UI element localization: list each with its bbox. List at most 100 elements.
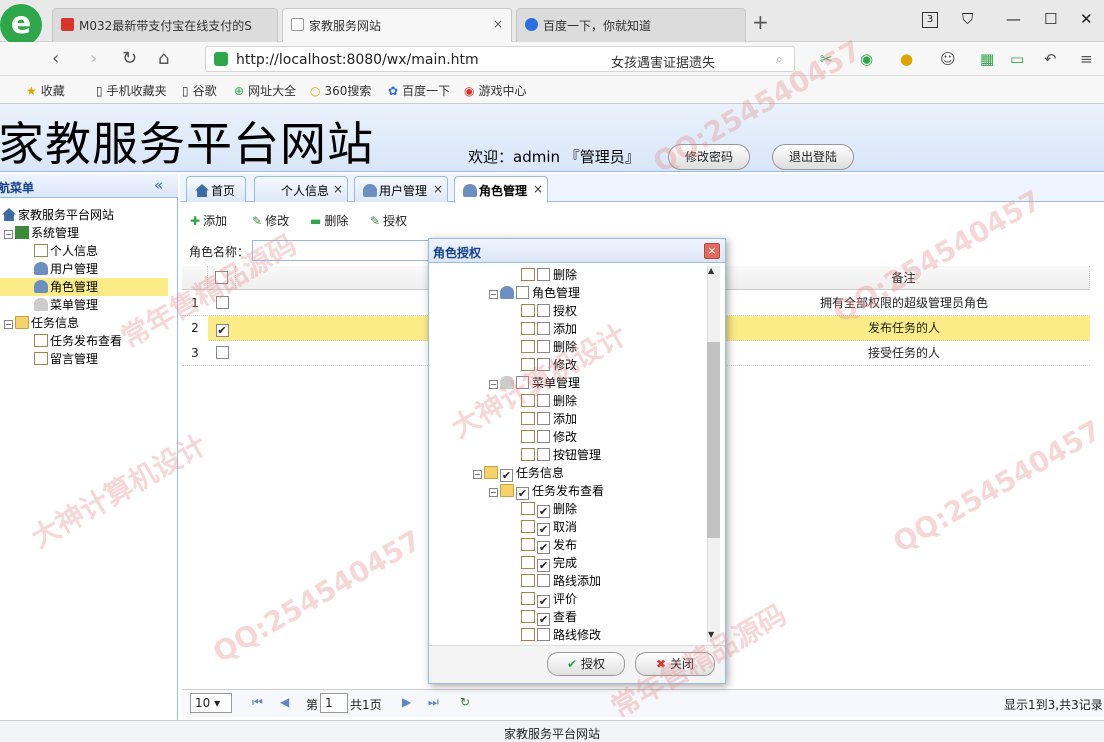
permission-node[interactable]: 删除 [521, 500, 577, 518]
tab-home[interactable]: 首页 [186, 176, 246, 202]
minimize-icon[interactable]: — [1006, 10, 1021, 28]
permission-checkbox-checked[interactable] [537, 523, 550, 536]
translate-icon[interactable]: ◉ [860, 50, 873, 68]
close-dialog-button[interactable]: ✖ 关闭 [635, 652, 715, 676]
tab-close-icon[interactable]: × [433, 182, 443, 196]
search-icon[interactable]: ⌕ [776, 52, 783, 67]
permission-checkbox-checked[interactable] [537, 595, 550, 608]
tab-close-icon[interactable]: × [333, 182, 343, 196]
browser-tab[interactable]: 百度一下，你就知道 [516, 8, 746, 42]
bookmark-item[interactable]: ◉ 游戏中心 [464, 82, 527, 99]
permission-node[interactable]: 完成 [521, 554, 577, 572]
authorize-confirm-button[interactable]: ✔ 授权 [547, 652, 625, 676]
add-button[interactable]: ✚ 添加 [190, 212, 227, 229]
scroll-up-icon[interactable]: ▲ [708, 266, 714, 275]
tab-close-icon[interactable]: × [493, 17, 503, 31]
sidebar-item-root[interactable]: 家教服务平台网站 [2, 206, 178, 224]
scissors-icon[interactable]: ✂ [820, 50, 833, 68]
menu-icon[interactable]: ≡ [1080, 50, 1093, 68]
permission-checkbox[interactable] [537, 574, 550, 587]
battery-icon[interactable]: ▭ [1010, 50, 1024, 68]
next-page-icon[interactable]: ▶ [402, 695, 411, 709]
delete-button[interactable]: ▬ 删除 [310, 212, 348, 229]
permission-node[interactable]: 修改 [521, 356, 577, 374]
permission-node[interactable]: − 任务信息 [473, 464, 564, 482]
permission-checkbox[interactable] [537, 358, 550, 371]
bookmark-item[interactable]: ✿ 百度一下 [388, 82, 450, 99]
permission-checkbox-checked[interactable] [537, 541, 550, 554]
permission-checkbox[interactable] [537, 430, 550, 443]
url-text[interactable]: http://localhost:8080/wx/main.htm [236, 52, 479, 68]
page-number-input[interactable]: 1 [320, 693, 348, 713]
permission-checkbox[interactable] [516, 286, 529, 299]
tab-roles[interactable]: 角色管理 × [454, 176, 548, 203]
bookmark-item[interactable]: ⊕ 网址大全 [234, 82, 296, 99]
tab-count-badge[interactable]: 3 [922, 12, 938, 28]
permission-checkbox[interactable] [516, 376, 529, 389]
permission-node[interactable]: 删除 [521, 392, 577, 410]
address-bar[interactable]: http://localhost:8080/wx/main.htm 女孩遇害证据… [205, 46, 795, 72]
first-page-icon[interactable]: ⏮ [252, 695, 263, 710]
collapse-toggle-icon[interactable]: − [4, 320, 13, 329]
role-name-input[interactable] [252, 240, 430, 261]
sidebar-item-messages[interactable]: 留言管理 [34, 350, 178, 368]
permission-checkbox[interactable] [537, 304, 550, 317]
permission-checkbox-checked[interactable] [537, 613, 550, 626]
refresh-icon[interactable]: ↻ [460, 695, 470, 709]
permission-checkbox[interactable] [537, 412, 550, 425]
select-all-header[interactable] [208, 266, 236, 290]
search-suggestion[interactable]: 女孩遇害证据遗失 [611, 52, 715, 71]
emoji-icon[interactable]: ☺ [940, 50, 956, 68]
permission-node[interactable]: 查看 [521, 608, 577, 626]
column-header-remark[interactable]: 备注 [718, 266, 1090, 290]
permission-node[interactable]: 修改 [521, 428, 577, 446]
permission-node[interactable]: 添加 [521, 410, 577, 428]
tab-close-icon[interactable]: × [533, 182, 543, 196]
collapse-toggle-icon[interactable]: − [489, 488, 498, 497]
permission-node[interactable]: 评价 [521, 590, 577, 608]
sidebar-item-menus[interactable]: 菜单管理 [34, 296, 178, 314]
select-all-checkbox[interactable] [215, 271, 228, 284]
permission-checkbox-checked[interactable] [500, 469, 513, 482]
permission-checkbox-checked[interactable] [537, 559, 550, 572]
close-icon[interactable]: × [704, 243, 720, 259]
browser-logo-icon[interactable]: e [0, 4, 42, 46]
edit-button[interactable]: ✎ 修改 [252, 212, 289, 229]
collapse-toggle-icon[interactable]: − [4, 230, 13, 239]
sidebar-item-users[interactable]: 用户管理 [34, 260, 178, 278]
permission-node[interactable]: 授权 [521, 302, 577, 320]
permission-node[interactable]: − 菜单管理 [489, 374, 580, 392]
browser-tab-active[interactable]: 家教服务网站 × [282, 8, 512, 42]
change-password-button[interactable]: 修改密码 [668, 144, 750, 170]
scrollbar-thumb[interactable] [707, 342, 720, 538]
row-checkbox[interactable] [215, 296, 229, 309]
collapse-toggle-icon[interactable]: − [473, 470, 482, 479]
permission-node[interactable]: 删除 [521, 266, 577, 284]
prev-page-icon[interactable]: ◀ [280, 695, 289, 709]
bookmark-item[interactable]: ★ 收藏 [26, 82, 65, 99]
collapse-icon[interactable]: « [154, 176, 163, 194]
permission-node[interactable]: 添加 [521, 320, 577, 338]
coin-icon[interactable]: ● [900, 50, 913, 68]
permission-checkbox[interactable] [537, 448, 550, 461]
bookmark-item[interactable]: ○ 360搜索 [310, 82, 371, 99]
page-size-select[interactable]: 10 ▾ [190, 693, 232, 713]
bookmark-item[interactable]: ▯ 手机收藏夹 [96, 82, 167, 99]
maximize-icon[interactable]: ☐ [1044, 10, 1057, 28]
permission-node[interactable]: 发布 [521, 536, 577, 554]
logout-button[interactable]: 退出登陆 [772, 144, 854, 170]
collapse-toggle-icon[interactable]: − [489, 380, 498, 389]
tab-profile[interactable]: 个人信息 × [254, 176, 348, 202]
sidebar-item-system[interactable]: − 系统管理 [4, 224, 178, 242]
home-icon[interactable]: ⌂ [158, 48, 169, 69]
back-icon[interactable]: ‹ [52, 48, 59, 69]
collapse-toggle-icon[interactable]: − [489, 290, 498, 299]
sidebar-item-task-publish[interactable]: 任务发布查看 [34, 332, 178, 350]
permission-node[interactable]: − 任务发布查看 [489, 482, 604, 500]
forward-icon[interactable]: › [90, 48, 97, 69]
bookmark-item[interactable]: ▯ 谷歌 [182, 82, 217, 99]
permission-checkbox[interactable] [537, 628, 550, 641]
row-checkbox-cell[interactable] [208, 291, 236, 316]
permission-checkbox[interactable] [537, 340, 550, 353]
browser-tab[interactable]: M032最新带支付宝在线支付的S [52, 8, 278, 42]
